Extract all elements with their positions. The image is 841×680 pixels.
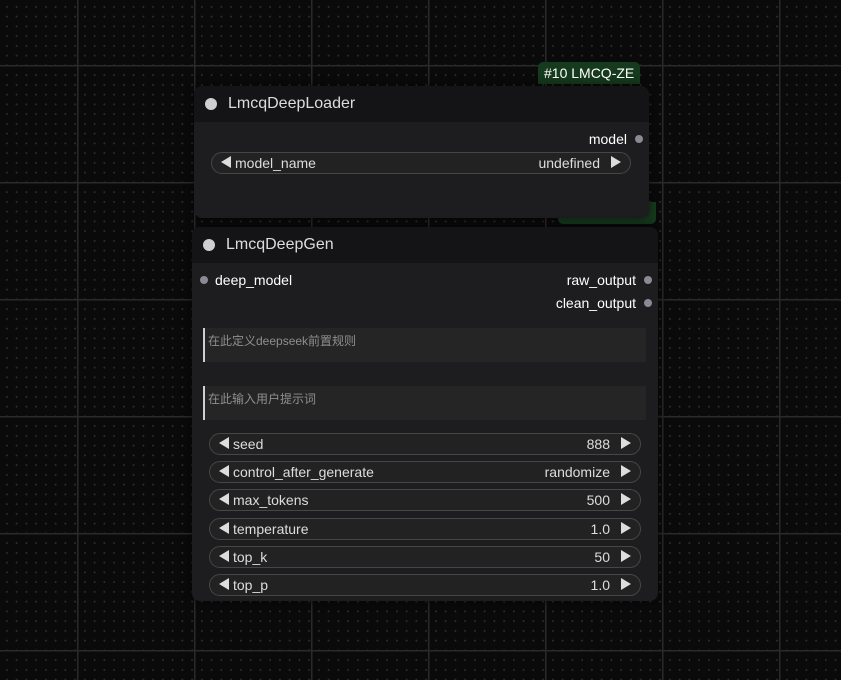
widget-value: 50 [594,549,610,565]
node-header[interactable]: LmcqDeepLoader [194,86,649,122]
temperature-widget[interactable]: temperature 1.0 [209,518,641,540]
decrement-arrow-icon[interactable] [219,550,229,562]
lmcq-deep-gen-node[interactable]: LmcqDeepGen deep_model raw_output clean_… [192,227,658,601]
increment-arrow-icon[interactable] [621,493,631,505]
top-k-widget[interactable]: top_k 50 [209,546,641,568]
node-graph-canvas[interactable]: #10 LMCQ-ZE LmcqDeepLoader model model_n… [0,0,841,680]
decrement-arrow-icon[interactable] [219,578,229,590]
widget-label: seed [233,436,264,452]
increment-arrow-icon[interactable] [621,550,631,562]
control-after-generate-widget[interactable]: control_after_generate randomize [209,461,641,483]
node-header[interactable]: LmcqDeepGen [192,227,658,263]
widget-value: 500 [586,492,610,508]
widget-value: 1.0 [590,577,610,593]
decrement-arrow-icon[interactable] [219,437,229,449]
max-tokens-widget[interactable]: max_tokens 500 [209,489,641,511]
increment-arrow-icon[interactable] [621,437,631,449]
output-slot-model: model [588,131,627,147]
node-collapse-dot[interactable] [203,239,215,251]
decrement-arrow-icon[interactable] [219,465,229,477]
decrement-arrow-icon[interactable] [219,522,229,534]
widget-value: 888 [586,436,610,452]
decrement-arrow-icon[interactable] [219,493,229,505]
increment-arrow-icon[interactable] [621,465,631,477]
widget-label: max_tokens [233,492,309,508]
widget-label: control_after_generate [233,464,374,480]
output-connector-raw-output[interactable] [644,276,652,284]
widget-label: temperature [233,521,309,537]
widget-value: undefined [538,155,600,171]
node-id-badge: #10 LMCQ-ZE [538,62,641,84]
node-collapse-dot[interactable] [205,98,217,110]
decrement-arrow-icon[interactable] [221,156,231,168]
lmcq-deep-loader-node[interactable]: LmcqDeepLoader model model_name undefine… [194,86,649,218]
increment-arrow-icon[interactable] [611,156,621,168]
input-slot-deep-model: deep_model [215,272,293,288]
widget-label: top_k [233,549,268,565]
seed-widget[interactable]: seed 888 [209,433,641,455]
output-connector-clean-output[interactable] [644,299,652,307]
node-title: LmcqDeepGen [226,236,334,253]
node-title: LmcqDeepLoader [228,95,356,112]
widget-label: model_name [235,155,316,171]
input-connector-deep-model[interactable] [200,276,208,284]
model-name-combo[interactable]: model_name undefined [211,152,631,174]
output-slot-clean-output: clean_output [555,295,636,311]
system-prompt-textarea[interactable]: 在此定义deepseek前置规则 [203,328,646,362]
widget-value: 1.0 [590,521,610,537]
output-connector-model[interactable] [635,135,643,143]
top-p-widget[interactable]: top_p 1.0 [209,574,641,596]
output-slot-raw-output: raw_output [566,272,636,288]
increment-arrow-icon[interactable] [621,578,631,590]
increment-arrow-icon[interactable] [621,522,631,534]
user-prompt-textarea[interactable]: 在此输入用户提示词 [203,386,646,420]
widget-value: randomize [544,464,610,480]
widget-label: top_p [233,577,269,593]
